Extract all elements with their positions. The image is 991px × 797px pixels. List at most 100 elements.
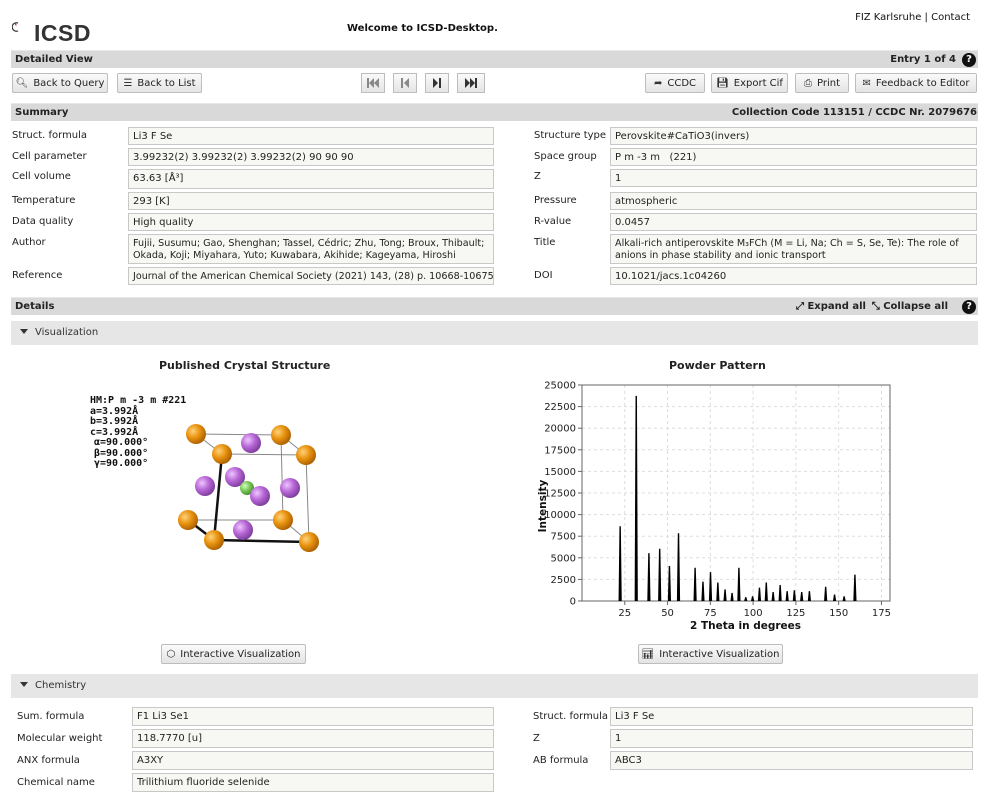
diffraction-peak [764,582,768,602]
space-group-label: Space group [534,151,597,162]
summary-title: Summary [15,107,69,118]
diffraction-peak [737,567,741,602]
collapse-all-label: Collapse all [883,301,948,312]
crystal-structure-image [178,424,319,552]
diffraction-peak [785,591,789,602]
details-help-icon[interactable]: ? [962,300,976,314]
diffraction-peak [708,572,713,602]
chemical-name-label: Chemical name [17,777,95,788]
diffraction-peak [676,533,681,602]
contact-link[interactable]: Contact [931,12,970,23]
print-button[interactable]: ⎙ Print [795,73,849,93]
reference-label: Reference [12,270,63,281]
li-atom [299,532,319,552]
back-to-query-button[interactable]: 🔍︎ Back to Query [12,73,108,93]
cube-icon: ⬡ [166,648,176,660]
y-tick-label: 17500 [544,445,576,456]
z-label: Z [534,171,541,182]
molecular-weight-field: 118.7770 [u] [132,729,494,748]
ab-formula-label: AB formula [533,755,589,766]
powder-pattern-title: Powder Pattern [669,359,766,372]
previous-entry-button[interactable] [393,73,417,93]
structure-type-field: Perovskite#CaTiO3(invers) [610,127,977,145]
back-to-list-button[interactable]: ☰ Back to List [117,73,202,93]
skip-first-icon [367,78,379,88]
author-label: Author [12,237,46,248]
help-icon[interactable]: ? [962,53,976,67]
li-atom [212,444,232,464]
first-entry-button[interactable] [361,73,385,93]
x-tick-label: 175 [872,608,891,619]
expand-icon: ⤢ [795,301,808,312]
feedback-to-editor-button[interactable]: ✉ Feedback to Editor [855,73,977,93]
ccdc-button[interactable]: ➦ CCDC [645,73,705,93]
cell-volume-label: Cell volume [12,171,71,182]
interactive-visualization-chart-button[interactable]: 📊︎ Interactive Visualization [638,644,783,664]
diffraction-peak [751,596,755,602]
visualization-toggle[interactable]: Visualization [11,321,978,345]
diffraction-peak [757,587,762,602]
doi-field[interactable]: 10.1021/jacs.1c04260 [610,267,977,285]
temperature-label: Temperature [12,195,76,206]
anx-formula-field: A3XY [132,751,494,770]
next-entry-button[interactable] [425,73,449,93]
se-atom [280,478,300,498]
title-label: Title [534,237,556,248]
expand-all-button[interactable]: ⤢ Expand all [796,301,866,312]
diffraction-peak [792,590,796,602]
y-tick-label: 22500 [544,402,576,413]
details-title: Details [15,301,55,312]
envelope-icon: ✉ [862,77,871,89]
logo-text[interactable]: ICSD [34,20,91,47]
x-tick-label: 150 [829,608,848,619]
li-atom [186,424,206,444]
diffraction-peak [778,585,782,602]
chemistry-toggle[interactable]: Chemistry [11,674,978,698]
interactive-visualization-3d-button[interactable]: ⬡ Interactive Visualization [161,644,306,664]
chemistry-title: Chemistry [35,680,87,691]
plot-frame [581,384,891,602]
save-icon: 💾︎ [716,77,729,89]
pressure-label: Pressure [534,195,577,206]
diffraction-peak [618,526,622,602]
reference-field: Journal of the American Chemical Society… [128,267,494,285]
print-label: Print [816,77,840,89]
pressure-field: atmospheric [610,192,977,210]
caret-down-icon [20,329,28,334]
y-tick-label: 15000 [544,467,576,478]
diffraction-peak [807,591,812,602]
diffraction-peak [723,589,727,602]
chem-z-field: 1 [610,729,973,748]
y-tick-label: 7500 [551,532,576,543]
li-atom [273,510,293,530]
feedback-label: Feedback to Editor [875,77,970,89]
diffraction-peak [771,591,775,602]
powder-pattern-chart: 0250050007500100001250015000175002000022… [537,381,891,633]
space-group-field: P m -3 m (221) [610,148,977,166]
export-cif-button[interactable]: 💾︎ Export Cif [711,73,788,93]
details-bar: Details ⤢ Expand all ⤡ Collapse all ? [11,297,978,315]
author-field: Fujii, Susumu; Gao, Shenghan; Tassel, Cé… [128,234,494,264]
welcome-text: Welcome to ICSD-Desktop. [347,23,498,34]
back-to-list-label: Back to List [137,77,196,89]
chemical-name-field: Trilithium fluoride selenide [132,773,494,792]
caret-down-icon [20,682,28,687]
temperature-field: 293 [K] [128,192,494,210]
x-tick-label: 25 [618,608,631,619]
li-atom [204,530,224,550]
last-entry-button[interactable] [457,73,485,93]
list-icon: ☰ [123,77,133,89]
diffraction-peak [693,567,697,602]
fiz-karlsruhe-link[interactable]: FIZ Karlsruhe [855,12,921,23]
collapse-all-button[interactable]: ⤡ Collapse all [872,301,948,312]
struct-formula-field: Li3 F Se [128,127,494,145]
y-tick-label: 5000 [551,553,576,564]
collapse-icon: ⤡ [871,301,884,312]
diffraction-peak [647,553,651,602]
detailed-view-bar: Detailed View Entry 1 of 4 ? [11,50,978,68]
visualization-title: Visualization [35,327,99,338]
print-icon: ⎙ [803,77,812,89]
data-quality-label: Data quality [12,216,74,227]
diffraction-peak [701,581,705,602]
r-value-label: R-value [534,216,572,227]
